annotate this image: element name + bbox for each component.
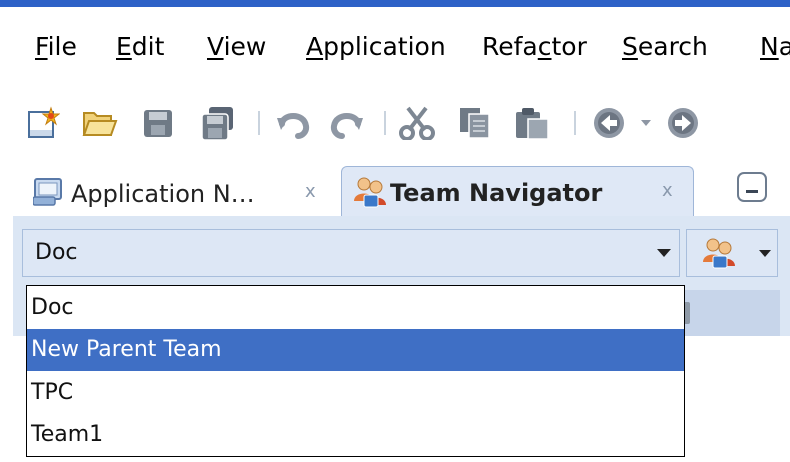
menu-search[interactable]: Search	[622, 32, 708, 62]
menu-navigate-mnemonic: N	[760, 32, 779, 61]
team-icon	[354, 177, 386, 208]
menu-file-mnemonic: F	[35, 32, 48, 61]
toolbar-separator	[574, 111, 576, 135]
open-folder-icon[interactable]	[82, 106, 118, 140]
dropdown-option-team1[interactable]: Team1	[27, 414, 684, 456]
save-all-icon[interactable]	[200, 106, 236, 142]
toolbar-separator	[384, 111, 386, 135]
menu-refactor-mnemonic: c	[537, 32, 552, 61]
menu-file-label: ile	[47, 32, 77, 61]
menu-search-label: earch	[637, 32, 708, 61]
save-icon[interactable]	[142, 106, 174, 140]
close-icon[interactable]: x	[305, 181, 316, 202]
menu-navigate-label: a	[778, 32, 790, 61]
back-icon[interactable]	[592, 106, 626, 140]
cut-icon[interactable]	[398, 106, 436, 140]
menu-edit[interactable]: Edit	[116, 32, 164, 62]
window-top-border	[0, 0, 790, 7]
close-icon[interactable]: x	[662, 180, 673, 201]
team-selector-combo[interactable]: Doc	[22, 229, 680, 277]
menu-edit-mnemonic: E	[116, 32, 132, 61]
tab-application-navigator-label: Application N…	[71, 180, 255, 208]
menu-refactor[interactable]: Refactor	[482, 32, 587, 62]
new-icon[interactable]	[26, 106, 60, 140]
paste-icon[interactable]	[514, 106, 550, 140]
forward-icon[interactable]	[666, 106, 700, 140]
minimize-button[interactable]	[737, 172, 767, 202]
menu-view[interactable]: View	[207, 32, 266, 62]
menu-view-label: iew	[223, 32, 267, 61]
team-icon	[703, 238, 735, 269]
team-actions-button[interactable]	[686, 229, 778, 277]
application-navigator-icon	[33, 178, 62, 206]
panel-header-strip	[680, 290, 780, 336]
redo-icon[interactable]	[328, 106, 364, 140]
copy-icon[interactable]	[458, 106, 492, 140]
team-selector-value: Doc	[35, 240, 78, 265]
team-dropdown-list: Doc New Parent Team TPC Team1	[26, 285, 685, 457]
menu-navigate[interactable]: Na	[760, 32, 790, 62]
chevron-down-icon[interactable]	[759, 250, 771, 257]
undo-icon[interactable]	[276, 106, 312, 140]
menu-application-label: pplication	[323, 32, 446, 61]
menu-application[interactable]: Application	[306, 32, 446, 62]
dropdown-option-doc[interactable]: Doc	[27, 287, 684, 329]
dropdown-option-tpc[interactable]: TPC	[27, 372, 684, 414]
tab-team-navigator-label: Team Navigator	[390, 179, 603, 207]
chevron-down-icon[interactable]	[657, 249, 671, 257]
menu-edit-label: dit	[131, 32, 165, 61]
menu-refactor-label-start: Refa	[482, 32, 538, 61]
tab-team-navigator[interactable]: Team Navigator x	[341, 166, 694, 217]
menu-application-mnemonic: A	[306, 32, 324, 61]
dropdown-option-new-parent-team[interactable]: New Parent Team	[27, 329, 684, 371]
toolbar-separator	[258, 111, 260, 135]
menu-search-mnemonic: S	[622, 32, 638, 61]
menu-view-mnemonic: V	[207, 32, 224, 61]
menu-file[interactable]: File	[35, 32, 77, 62]
back-history-dropdown-icon[interactable]	[640, 118, 652, 128]
menu-refactor-label-end: tor	[551, 32, 587, 61]
tab-application-navigator[interactable]: Application N… x	[27, 168, 337, 216]
